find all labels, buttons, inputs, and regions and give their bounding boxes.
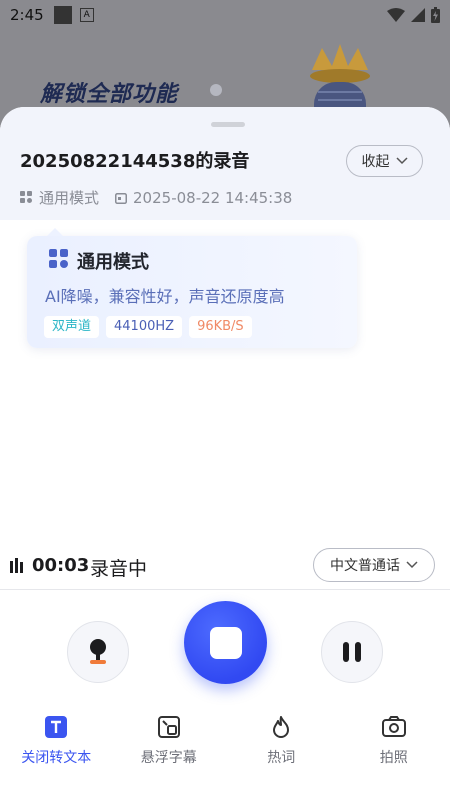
recording-meta: 通用模式 2025-08-22 14:45:38 (20, 187, 292, 208)
pause-button[interactable] (321, 621, 383, 683)
recording-sheet: 20250822144538的录音 收起 通用模式 2025-08-22 14:… (0, 107, 450, 800)
divider (0, 589, 450, 590)
recording-status-row: 00:03 录音中 中文普通话 (0, 547, 450, 587)
tab-label: 关闭转文本 (21, 750, 92, 766)
calendar-icon (115, 192, 128, 204)
collapse-button[interactable]: 收起 (346, 145, 423, 177)
notification-a-icon: A (79, 8, 94, 22)
sheet-header: 20250822144538的录音 收起 通用模式 2025-08-22 14:… (0, 107, 450, 220)
stop-icon (209, 626, 242, 659)
promo-decoration (210, 84, 222, 96)
bottom-tab-bar: 关闭转文本 悬浮字幕 热词 拍照 (0, 707, 450, 787)
language-selector[interactable]: 中文普通话 (313, 548, 435, 582)
mode-info-popover: 通用模式 AI降噪，兼容性好，声音还原度高 双声道 44100HZ 96KB/S (27, 228, 357, 348)
pin-marker-icon (90, 639, 106, 664)
tab-hot-words[interactable]: 热词 (225, 707, 338, 787)
popover-description: AI降噪，兼容性好，声音还原度高 (45, 287, 285, 306)
mode-selector[interactable]: 通用模式 (39, 187, 99, 208)
tab-label: 热词 (267, 750, 296, 766)
language-label: 中文普通话 (330, 558, 400, 574)
mode-grid-icon (20, 191, 33, 204)
stop-record-button[interactable] (184, 601, 267, 684)
notification-square-icon (53, 6, 72, 24)
tag-sample-rate: 44100HZ (106, 316, 183, 338)
text-t-icon (45, 716, 68, 738)
marker-button[interactable] (67, 621, 129, 683)
chevron-down-icon (406, 561, 418, 569)
promo-banner-text: 解锁全部功能 (40, 82, 179, 107)
elapsed-time: 00:03 (32, 555, 90, 576)
status-time: 2:45 (10, 6, 44, 24)
status-icons (387, 7, 440, 23)
popover-title: 通用模式 (77, 252, 149, 273)
wifi-icon (387, 8, 405, 22)
status-bar: 2:45 A (0, 0, 450, 30)
tag-bitrate: 96KB/S (189, 316, 252, 338)
recording-datetime: 2025-08-22 14:45:38 (133, 188, 293, 207)
audio-spec-tags: 双声道 44100HZ 96KB/S (44, 316, 252, 338)
recording-state: 录音中 (90, 558, 148, 580)
pause-icon-bar (355, 642, 361, 662)
floating-caption-icon (157, 716, 180, 738)
recording-title: 20250822144538的录音 (20, 151, 250, 172)
popover-header: 通用模式 (49, 248, 149, 274)
chevron-down-icon (395, 157, 408, 165)
tab-close-transcription[interactable]: 关闭转文本 (0, 707, 113, 787)
tab-floating-caption[interactable]: 悬浮字幕 (113, 707, 226, 787)
tab-label: 拍照 (379, 750, 408, 766)
flame-icon (273, 716, 290, 738)
mode-apps-icon (49, 248, 69, 274)
battery-icon (431, 7, 440, 23)
collapse-label: 收起 (361, 154, 390, 170)
drag-handle[interactable] (211, 122, 245, 127)
camera-icon (381, 716, 406, 737)
pause-icon-bar (343, 642, 349, 662)
tab-camera[interactable]: 拍照 (338, 707, 450, 787)
tag-channels: 双声道 (44, 316, 100, 338)
signal-icon (411, 8, 425, 22)
waveform-icon (10, 558, 23, 573)
tab-label: 悬浮字幕 (140, 750, 197, 766)
